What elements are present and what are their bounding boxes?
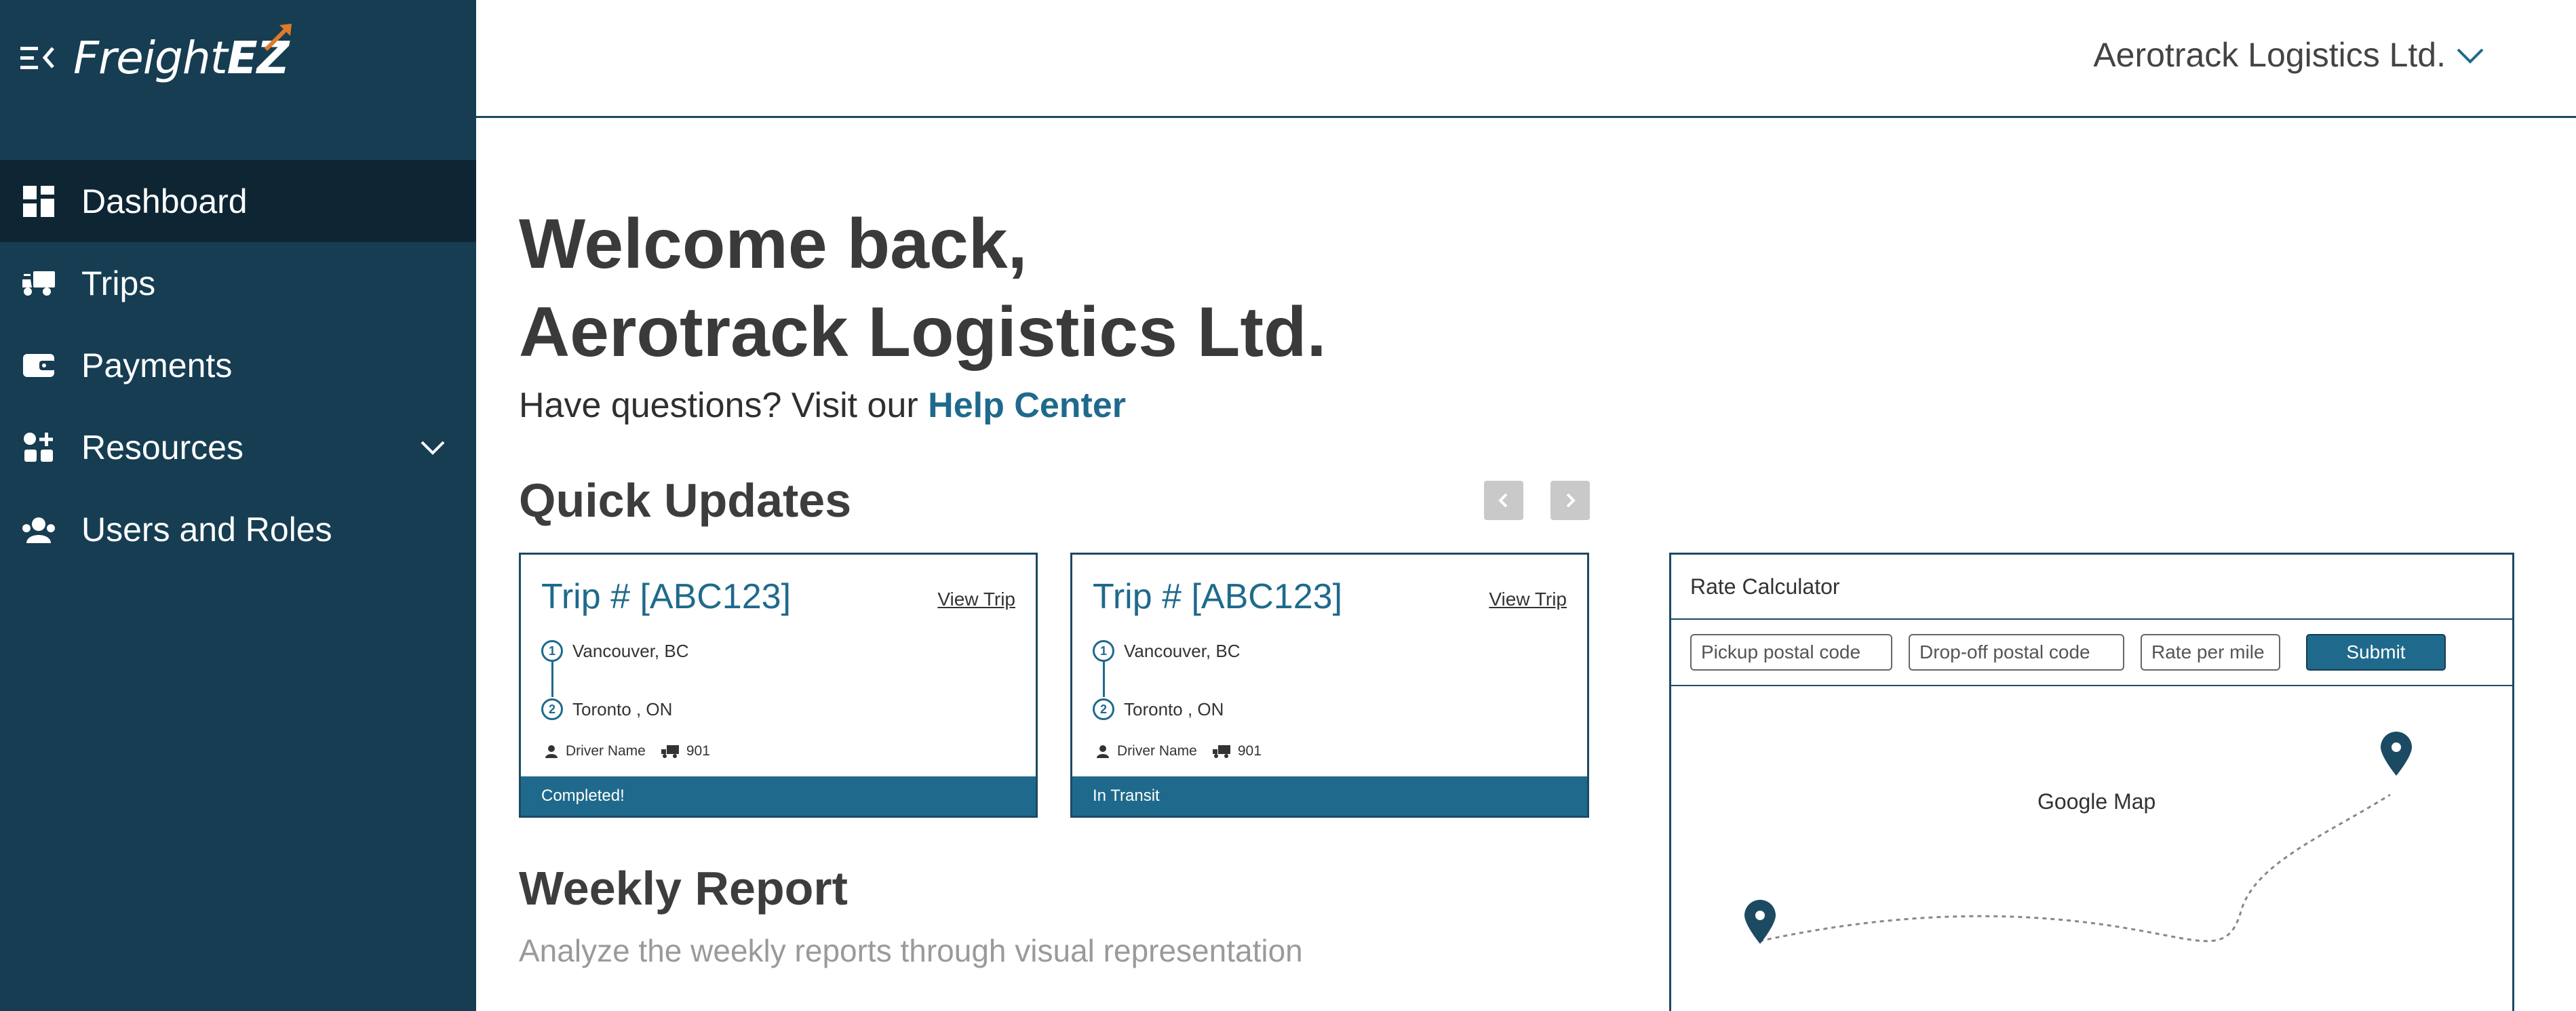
logo-swoosh-icon bbox=[264, 23, 292, 51]
welcome-heading: Welcome back, Aerotrack Logistics Ltd. bbox=[519, 200, 1326, 376]
trip-destination: 2 Toronto , ON bbox=[1093, 698, 1224, 720]
trip-card: Trip # [ABC123] View Trip 1 Vancouver, B… bbox=[519, 553, 1038, 818]
destination-label: Toronto , ON bbox=[572, 698, 673, 719]
welcome-line: Welcome back, bbox=[519, 205, 1028, 283]
next-button[interactable] bbox=[1550, 481, 1590, 520]
quick-updates-title: Quick Updates bbox=[519, 474, 852, 527]
wallet-icon bbox=[19, 346, 58, 385]
app-logo[interactable]: FreightEZ bbox=[73, 23, 292, 84]
trip-origin: 1 Vancouver, BC bbox=[541, 640, 689, 662]
truck-icon bbox=[661, 745, 679, 758]
sidebar-item-dashboard[interactable]: Dashboard bbox=[0, 160, 476, 242]
chevron-right-icon bbox=[1566, 493, 1576, 508]
help-prefix: Have questions? Visit our bbox=[519, 386, 929, 425]
dropoff-pin-icon[interactable] bbox=[2378, 731, 2415, 777]
truck-number: 901 bbox=[1237, 743, 1262, 759]
chevron-down-icon[interactable] bbox=[418, 433, 448, 462]
driver-name: Driver Name bbox=[1117, 743, 1197, 759]
origin-label: Vancouver, BC bbox=[1124, 640, 1241, 661]
truck-number: 901 bbox=[686, 743, 710, 759]
destination-marker-icon: 2 bbox=[1093, 698, 1114, 720]
account-name: Aerotrack Logistics Ltd. bbox=[2093, 36, 2446, 74]
map-area[interactable]: Google Map bbox=[1671, 688, 2512, 1011]
top-bar: Aerotrack Logistics Ltd. bbox=[476, 0, 2576, 118]
view-trip-link[interactable]: View Trip bbox=[937, 589, 1015, 610]
trip-status-bar: In Transit bbox=[1072, 776, 1587, 816]
trip-destination: 2 Toronto , ON bbox=[541, 698, 672, 720]
trip-meta: Driver Name 901 bbox=[544, 743, 710, 759]
sidebar-nav: Dashboard Trips Payments Resources Users… bbox=[0, 160, 476, 570]
origin-marker-icon: 1 bbox=[541, 640, 563, 662]
prev-button[interactable] bbox=[1484, 481, 1523, 520]
rate-calculator-title: Rate Calculator bbox=[1671, 555, 2512, 620]
users-icon bbox=[19, 510, 58, 549]
sidebar-item-label: Dashboard bbox=[81, 182, 248, 220]
trip-origin: 1 Vancouver, BC bbox=[1093, 640, 1241, 662]
chevron-down-icon bbox=[2457, 48, 2484, 64]
sidebar-item-label: Resources bbox=[81, 428, 243, 467]
collapse-menu-icon[interactable] bbox=[19, 39, 57, 77]
trip-card: Trip # [ABC123] View Trip 1 Vancouver, B… bbox=[1070, 553, 1589, 818]
help-text: Have questions? Visit our Help Center bbox=[519, 385, 1126, 426]
dropoff-postal-input[interactable] bbox=[1909, 634, 2124, 671]
origin-marker-icon: 1 bbox=[1093, 640, 1114, 662]
truck-icon bbox=[19, 264, 58, 303]
trip-status-bar: Completed! bbox=[521, 776, 1036, 816]
trip-card-title: Trip # [ABC123] bbox=[541, 577, 792, 616]
account-switcher[interactable]: Aerotrack Logistics Ltd. bbox=[2093, 35, 2486, 75]
destination-label: Toronto , ON bbox=[1124, 698, 1224, 719]
origin-label: Vancouver, BC bbox=[572, 640, 689, 661]
weekly-report-subtitle: Analyze the weekly reports through visua… bbox=[519, 933, 1303, 968]
sidebar-item-payments[interactable]: Payments bbox=[0, 324, 476, 406]
help-center-link[interactable]: Help Center bbox=[928, 386, 1126, 425]
sidebar-item-label: Trips bbox=[81, 264, 156, 302]
rate-calculator: Rate Calculator Submit Google Map bbox=[1669, 553, 2514, 1011]
rate-calculator-form: Submit bbox=[1671, 620, 2512, 686]
sidebar-item-label: Users and Roles bbox=[81, 510, 332, 549]
sidebar-item-users-and-roles[interactable]: Users and Roles bbox=[0, 488, 476, 570]
weekly-report-title: Weekly Report bbox=[519, 862, 848, 915]
driver-name: Driver Name bbox=[566, 743, 646, 759]
pickup-pin-icon[interactable] bbox=[1742, 899, 1778, 945]
welcome-company-name: Aerotrack Logistics Ltd. bbox=[519, 293, 1327, 372]
pickup-postal-input[interactable] bbox=[1690, 634, 1892, 671]
sidebar: FreightEZ Dashboard Trips Payments Resou… bbox=[0, 0, 476, 1011]
sidebar-item-trips[interactable]: Trips bbox=[0, 242, 476, 324]
trip-meta: Driver Name 901 bbox=[1095, 743, 1262, 759]
dashboard-icon bbox=[19, 182, 58, 221]
view-trip-link[interactable]: View Trip bbox=[1489, 589, 1567, 610]
submit-button[interactable]: Submit bbox=[2306, 634, 2446, 671]
sidebar-item-label: Payments bbox=[81, 346, 233, 384]
route-path bbox=[1759, 793, 2391, 943]
logo-text-light: Freight bbox=[73, 31, 228, 84]
person-icon bbox=[1097, 745, 1109, 758]
trip-card-title: Trip # [ABC123] bbox=[1093, 577, 1343, 616]
rate-per-mile-input[interactable] bbox=[2141, 634, 2280, 671]
brand: FreightEZ bbox=[19, 23, 292, 88]
resources-icon bbox=[19, 428, 58, 467]
person-icon bbox=[545, 745, 558, 758]
sidebar-item-resources[interactable]: Resources bbox=[0, 406, 476, 488]
truck-icon bbox=[1212, 745, 1230, 758]
destination-marker-icon: 2 bbox=[541, 698, 563, 720]
chevron-left-icon bbox=[1498, 493, 1508, 508]
